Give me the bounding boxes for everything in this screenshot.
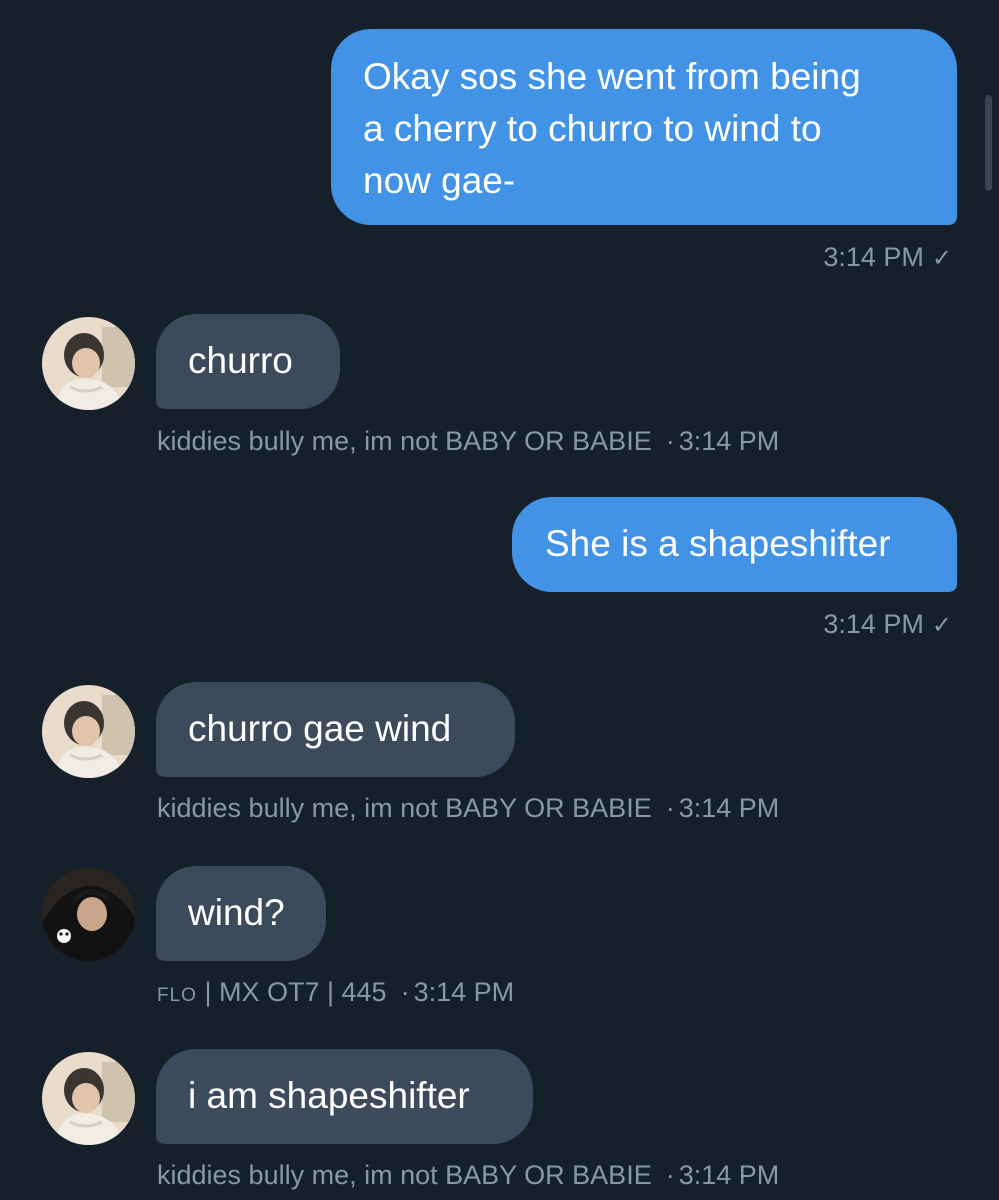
message-text: churro [188, 340, 293, 381]
message-time: 3:14 PM [823, 609, 924, 639]
separator: · [665, 793, 675, 823]
received-message-bubble[interactable]: churro [156, 314, 340, 409]
avatar-light-photo-icon [42, 317, 135, 410]
sender-name: kiddies bully me, im not BABY OR BABIE [157, 426, 652, 456]
checkmark-icon: ✓ [931, 245, 952, 272]
sent-message-bubble[interactable]: She is a shapeshifter [512, 497, 957, 592]
message-meta: FLO | MX OT7 | 445 · 3:14 PM [157, 975, 514, 1013]
message-meta: kiddies bully me, im not BABY OR BABIE · 3… [157, 1158, 779, 1192]
received-message-bubble[interactable]: wind? [156, 866, 326, 961]
message-text: i am shapeshifter [188, 1075, 470, 1116]
message-meta: 3:14 PM ✓ [823, 607, 952, 643]
avatar[interactable] [42, 1052, 135, 1145]
message-text-line: a cherry to churro to wind to [363, 108, 822, 149]
sender-name: kiddies bully me, im not BABY OR BABIE [157, 793, 652, 823]
avatar-light-photo-icon [42, 1052, 135, 1145]
avatar-dark-photo-icon [42, 868, 135, 961]
message-text: She is a shapeshifter [545, 523, 891, 564]
scrollbar[interactable] [985, 95, 992, 191]
message-text: wind? [188, 892, 285, 933]
message-meta: 3:14 PM ✓ [823, 240, 952, 276]
avatar[interactable] [42, 317, 135, 410]
sender-name: kiddies bully me, im not BABY OR BABIE [157, 1160, 652, 1190]
sender-name-prefix: FLO [157, 985, 197, 1006]
separator: · [400, 977, 410, 1007]
message-text-line: Okay sos she went from being [363, 56, 861, 97]
separator: · [665, 1160, 675, 1190]
received-message-bubble[interactable]: churro gae wind [156, 682, 515, 777]
separator: · [665, 426, 675, 456]
message-meta: kiddies bully me, im not BABY OR BABIE · 3… [157, 424, 779, 458]
sent-message-bubble[interactable]: Okay sos she went from being a cherry to… [331, 29, 957, 225]
message-text: churro gae wind [188, 708, 452, 749]
sender-name: | MX OT7 | 445 [204, 977, 387, 1007]
message-text-line: now gae- [363, 160, 516, 201]
received-message-bubble[interactable]: i am shapeshifter [156, 1049, 533, 1144]
avatar[interactable] [42, 868, 135, 961]
dm-conversation: Okay sos she went from being a cherry to… [0, 0, 999, 1200]
message-time: 3:14 PM [678, 1160, 780, 1190]
avatar[interactable] [42, 685, 135, 778]
message-time: 3:14 PM [678, 426, 780, 456]
message-meta: kiddies bully me, im not BABY OR BABIE · 3… [157, 791, 779, 825]
message-time: 3:14 PM [678, 793, 780, 823]
avatar-light-photo-icon [42, 685, 135, 778]
message-time: 3:14 PM [823, 242, 924, 272]
message-time: 3:14 PM [413, 977, 515, 1007]
checkmark-icon: ✓ [931, 612, 952, 639]
